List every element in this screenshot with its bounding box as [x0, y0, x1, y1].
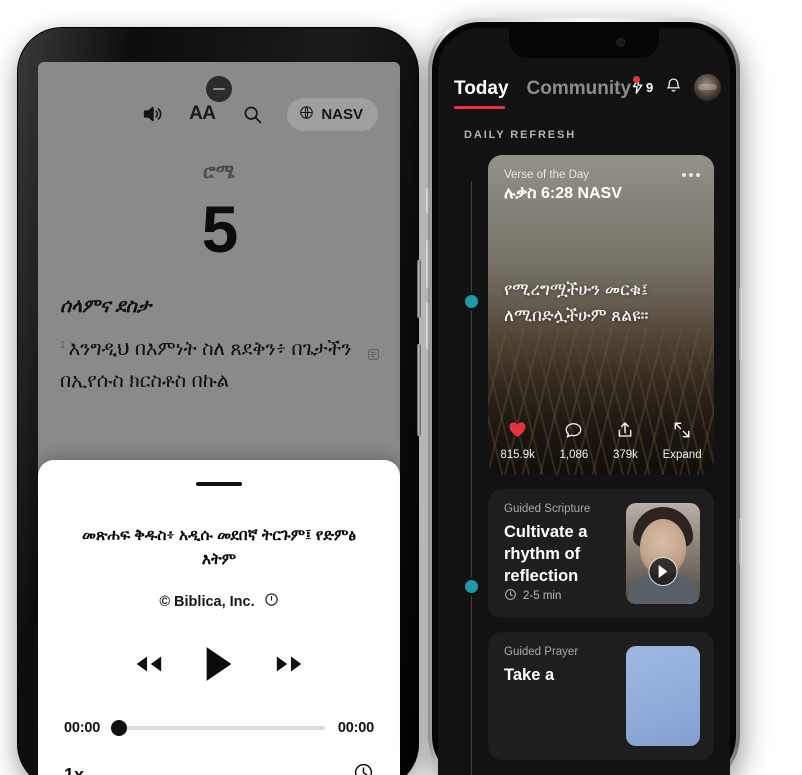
guided-prayer-title: Take a — [504, 665, 555, 684]
elapsed-time: 00:00 — [64, 720, 101, 737]
verse-number: 1 — [60, 339, 66, 351]
note-icon[interactable] — [367, 340, 380, 372]
play-circle-icon[interactable] — [648, 556, 678, 586]
notification-dot-badge — [633, 76, 641, 83]
header-actions: 9 — [631, 74, 722, 109]
guided-scripture-kicker: Guided Scripture — [504, 503, 591, 515]
timeline-dot-1 — [465, 295, 478, 308]
clock-icon — [504, 588, 517, 604]
screenshot-stage: AA NASV ሮሜ 5 ሰላምና ደስታ 1 እንግዲህ በእምነት ስለ ጸ… — [0, 0, 802, 775]
speaker-icon[interactable] — [137, 99, 167, 129]
comment-icon — [565, 422, 582, 443]
clock-icon[interactable] — [353, 762, 374, 775]
guided-prayer-kicker: Guided Prayer — [504, 645, 579, 658]
total-time: 00:00 — [337, 720, 374, 737]
comment-count: 1,086 — [559, 449, 589, 461]
right-phone-side-button-lower[interactable] — [739, 518, 742, 564]
guided-prayer-text: Guided Prayer Take a — [504, 646, 614, 746]
tab-today-label: Today — [454, 78, 509, 99]
more-options-icon[interactable] — [682, 173, 700, 177]
right-phone-mute-switch[interactable] — [426, 188, 429, 214]
bible-version-label: NASV — [321, 105, 363, 123]
section-label: DAILY REFRESH — [464, 129, 577, 141]
reader-toolbar: AA NASV — [38, 62, 400, 138]
timeline-line — [471, 181, 472, 775]
expand-icon — [674, 422, 690, 443]
right-phone-volume-down-button[interactable] — [426, 302, 429, 350]
like-count: 815.9k — [500, 449, 535, 461]
expand-stat[interactable]: Expand — [663, 422, 702, 461]
chapter-number: 5 — [201, 192, 239, 266]
share-icon — [617, 421, 633, 443]
audio-publisher-row: © Biblica, Inc. — [64, 592, 374, 611]
right-phone-power-button[interactable] — [739, 288, 742, 360]
info-circle-icon[interactable] — [264, 592, 279, 611]
playback-speed-button[interactable]: 1x — [64, 765, 84, 775]
publisher-label: © Biblica, Inc. — [159, 593, 255, 610]
audio-options-row: 1x — [64, 762, 374, 775]
verse-text: እንግዲህ በእምነት ስለ ጸደቅን፥ በጌታችን በኢየሱስ ክርስቶስ በ… — [60, 338, 352, 392]
avatar[interactable] — [694, 74, 722, 101]
votd-verse-text: የሚረግሟችሁን መርቁ፤ ለሚበድሏችሁም ጸልዩ። — [504, 280, 649, 325]
fast-forward-icon[interactable] — [274, 652, 306, 681]
votd-header: Verse of the Day ሉቃስ 6:28 NASV — [488, 155, 714, 203]
sheet-grabber-handle[interactable] — [196, 482, 242, 486]
left-phone-device: AA NASV ሮሜ 5 ሰላምና ደስታ 1 እንግዲህ በእምነት ስለ ጸ… — [18, 28, 421, 775]
timeline-dot-2 — [465, 580, 478, 593]
share-count: 379k — [612, 449, 638, 461]
bible-version-button[interactable]: NASV — [287, 97, 378, 131]
votd-reference: ሉቃስ 6:28 NASV — [504, 185, 622, 202]
expand-label: Expand — [662, 449, 702, 461]
section-heading: ሰላምና ደስታ — [60, 296, 152, 317]
bell-icon[interactable] — [665, 76, 682, 99]
rewind-icon[interactable] — [132, 652, 164, 681]
guided-scripture-thumbnail[interactable] — [626, 503, 700, 604]
guided-prayer-thumbnail[interactable] — [626, 645, 700, 746]
like-stat[interactable]: 815.9k — [500, 422, 535, 461]
top-tabs: Today Community — [454, 76, 641, 109]
streak-count: 9 — [646, 80, 654, 95]
comment-stat[interactable]: 1,086 — [559, 422, 589, 461]
right-phone-volume-up-button[interactable] — [426, 240, 429, 288]
tab-community[interactable]: Community — [526, 76, 641, 109]
guided-scripture-duration: 2-5 min — [504, 588, 614, 604]
right-phone-device: Today Community 9 DAILY REFRESH Verse of… — [426, 18, 742, 775]
votd-kicker: Verse of the Day — [504, 169, 590, 181]
guided-scripture-text: Guided Scripture Cultivate a rhythm of r… — [504, 503, 614, 604]
guided-scripture-card[interactable]: Guided Scripture Cultivate a rhythm of r… — [488, 489, 714, 618]
right-phone-screen: Today Community 9 DAILY REFRESH Verse of… — [438, 28, 730, 775]
globe-icon — [299, 105, 314, 124]
verse-of-the-day-card[interactable]: Verse of the Day ሉቃስ 6:28 NASV የሚረግሟችሁን … — [488, 155, 714, 475]
left-phone-power-button[interactable] — [417, 344, 421, 436]
book-label: ሮሜ — [203, 162, 235, 183]
front-camera-punch-hole — [206, 76, 232, 102]
search-icon[interactable] — [237, 99, 267, 129]
left-phone-volume-button[interactable] — [417, 260, 421, 318]
left-phone-screen: AA NASV ሮሜ 5 ሰላምና ደስታ 1 እንግዲህ በእምነት ስለ ጸ… — [38, 62, 400, 775]
audio-title: መጽሐፍ ቅዱስ፥ አዲሱ መደበኛ ትርጉም፤ የድምፅ እትም — [82, 527, 356, 569]
share-stat[interactable]: 379k — [613, 421, 638, 461]
scrubber-knob[interactable] — [111, 720, 128, 737]
audio-progress-row: 00:00 00:00 — [64, 720, 374, 737]
tab-today[interactable]: Today — [454, 78, 509, 109]
verse-paragraph[interactable]: 1 እንግዲህ በእምነት ስለ ጸደቅን፥ በጌታችን በኢየሱስ ክርስቶስ … — [60, 334, 380, 397]
guided-scripture-title: Cultivate a rhythm of reflection — [504, 523, 588, 585]
font-size-button[interactable]: AA — [187, 99, 217, 129]
heart-icon — [509, 422, 526, 443]
device-notch — [509, 28, 659, 58]
daily-refresh-feed: Verse of the Day ሉቃስ 6:28 NASV የሚረግሟችሁን … — [438, 155, 730, 775]
audio-scrubber[interactable] — [111, 720, 325, 737]
votd-stats-row: 815.9k 1,086 379k Expand — [488, 421, 714, 461]
tab-community-label: Community — [526, 78, 632, 99]
audio-transport-controls — [64, 646, 374, 687]
front-camera-icon — [616, 38, 625, 47]
audio-player-sheet: መጽሐፍ ቅዱስ፥ አዲሱ መደበኛ ትርጉም፤ የድምፅ እትም © Bibl… — [38, 460, 400, 775]
play-icon[interactable] — [204, 646, 234, 687]
guided-prayer-card[interactable]: Guided Prayer Take a — [488, 631, 714, 760]
duration-label: 2-5 min — [523, 589, 562, 602]
